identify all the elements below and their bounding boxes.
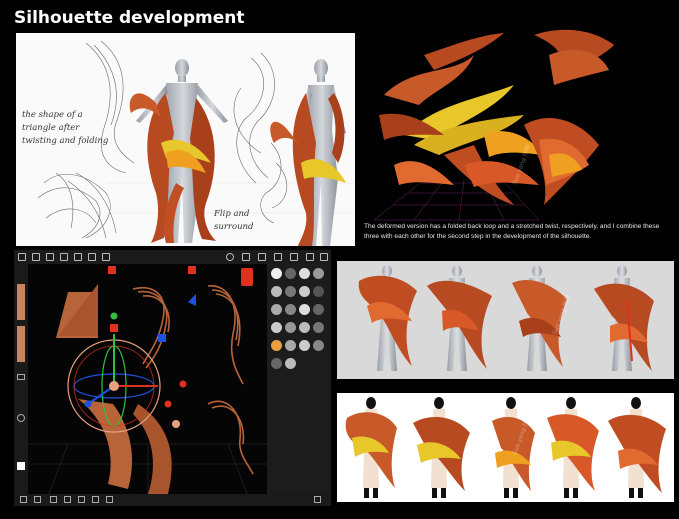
tool-twist-icon[interactable]: [285, 304, 296, 315]
redo-bottom-icon[interactable]: [34, 496, 41, 503]
final-figure-1: [345, 397, 397, 498]
tool-split-icon[interactable]: [271, 322, 282, 333]
save-icon[interactable]: [46, 253, 54, 261]
render-figure-4: [594, 265, 654, 371]
undo-bottom-icon[interactable]: [20, 496, 27, 503]
tool-inflate-icon[interactable]: [271, 286, 282, 297]
redo-icon[interactable]: [74, 253, 82, 261]
mask-icon[interactable]: [290, 253, 298, 261]
app-tool-palette: [241, 264, 331, 496]
render-panel-white: [337, 393, 674, 502]
tool-smooth-icon[interactable]: [299, 268, 310, 279]
sketch-panel: the shape of a triangle after twisting a…: [16, 33, 355, 246]
tool-move-icon[interactable]: [271, 304, 282, 315]
tool-gizmo-icon[interactable]: [313, 340, 324, 351]
app-toolbar-top: [14, 250, 331, 264]
tool-nudge-icon[interactable]: [299, 304, 310, 315]
tool-drag-icon[interactable]: [313, 286, 324, 297]
camera-icon[interactable]: [320, 253, 328, 261]
zoom-icon[interactable]: [78, 496, 85, 503]
tool-measure-icon[interactable]: [285, 358, 296, 369]
page-title: Silhouette development: [14, 8, 245, 28]
tool-paint-icon[interactable]: [271, 340, 282, 351]
tool-view-icon[interactable]: [271, 358, 282, 369]
settings-icon[interactable]: [102, 253, 110, 261]
folder-icon[interactable]: [32, 253, 40, 261]
final-figure-5: [608, 397, 666, 498]
tool-mask-icon[interactable]: [285, 340, 296, 351]
layers-icon[interactable]: [88, 253, 96, 261]
tool-selmask-icon[interactable]: [299, 340, 310, 351]
render-figure-1: [358, 265, 417, 371]
sketch-note-left: the shape of a triangle after twisting a…: [22, 110, 109, 146]
pressure-icon[interactable]: [17, 374, 25, 380]
perspective-grid: [373, 179, 540, 221]
render-icon[interactable]: [226, 253, 234, 261]
tool-project-icon[interactable]: [285, 322, 296, 333]
scale-icon[interactable]: [274, 253, 282, 261]
final-figure-2: [413, 397, 470, 498]
render-panel-grey: [337, 261, 674, 379]
symmetry-icon[interactable]: [50, 496, 57, 503]
strand-cluster-bottom-right: [524, 117, 599, 205]
add-button[interactable]: [241, 268, 253, 286]
tool-brush-icon[interactable]: [285, 268, 296, 279]
sculpt-app-panel: [14, 250, 331, 506]
tool-flatten-icon[interactable]: [313, 268, 324, 279]
grid-icon[interactable]: [306, 253, 314, 261]
brush-icon[interactable]: [242, 253, 250, 261]
color-swatch[interactable]: [17, 462, 25, 470]
sculpt-canvas[interactable]: [28, 264, 267, 497]
mask-toggle-icon[interactable]: [17, 414, 25, 422]
tool-clay-icon[interactable]: [271, 268, 282, 279]
tool-transform-icon[interactable]: [313, 322, 324, 333]
menu-icon[interactable]: [18, 253, 26, 261]
app-sidebar-left: [14, 264, 28, 494]
development-caption: The deformed version has a folded back l…: [364, 223, 660, 240]
pen-icon[interactable]: [258, 253, 266, 261]
tool-crease-icon[interactable]: [285, 286, 296, 297]
render-figure-2: [427, 265, 492, 371]
strand-cluster-top-right: [534, 29, 614, 85]
trash-icon[interactable]: [314, 496, 321, 503]
sketch-note-right: Flip and surround: [214, 209, 254, 232]
wireframe-icon[interactable]: [106, 496, 113, 503]
tool-trim-icon[interactable]: [313, 304, 324, 315]
strand-render-panel: [373, 29, 614, 221]
search-icon[interactable]: [64, 496, 71, 503]
brush-size-slider[interactable]: [17, 284, 25, 320]
app-toolbar-bottom: [14, 494, 331, 506]
final-figure-4: [547, 397, 599, 498]
tool-pinch-icon[interactable]: [299, 286, 310, 297]
tool-layer-icon[interactable]: [299, 322, 310, 333]
brush-strength-slider[interactable]: [17, 326, 25, 362]
frame-icon[interactable]: [92, 496, 99, 503]
undo-icon[interactable]: [60, 253, 68, 261]
